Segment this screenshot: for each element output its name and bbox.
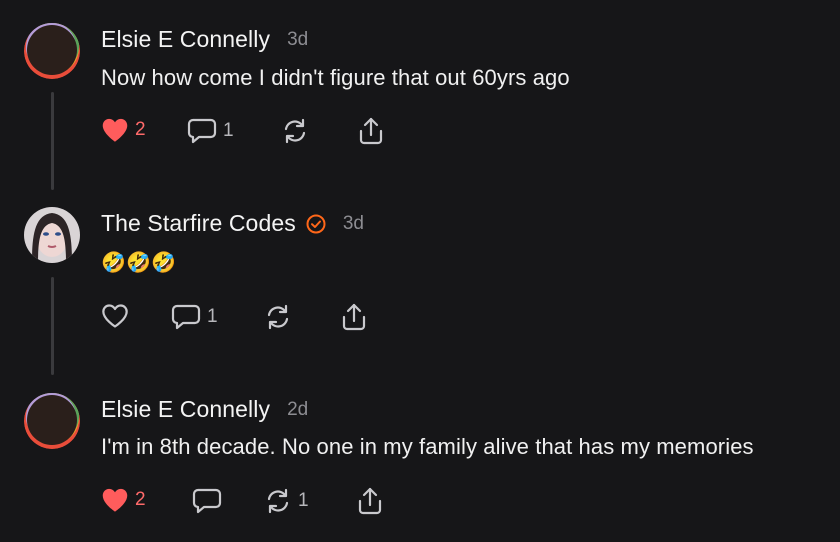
author-name[interactable]: Elsie E Connelly xyxy=(101,396,270,423)
heart-icon xyxy=(102,118,128,142)
comment-header: The Starfire Codes 3d xyxy=(101,210,364,237)
avatar[interactable] xyxy=(24,393,80,449)
restack-icon xyxy=(284,118,306,144)
heart-icon xyxy=(102,304,128,328)
comment-header: Elsie E Connelly 3d xyxy=(101,26,308,53)
share-icon xyxy=(359,117,383,145)
reply-button[interactable] xyxy=(192,487,228,515)
comment-header: Elsie E Connelly 2d xyxy=(101,396,308,423)
reply-count: 1 xyxy=(207,306,218,327)
timestamp[interactable]: 2d xyxy=(287,399,308,421)
share-icon xyxy=(342,303,366,331)
restack-button[interactable]: 1 xyxy=(264,487,309,515)
share-button[interactable] xyxy=(356,486,384,516)
comment-text: Now how come I didn't figure that out 60… xyxy=(101,65,570,90)
author-name[interactable]: The Starfire Codes xyxy=(101,210,296,237)
like-count: 2 xyxy=(135,119,146,140)
like-button[interactable] xyxy=(101,303,135,329)
comment-text: 🤣🤣🤣 xyxy=(101,252,177,274)
avatar[interactable] xyxy=(24,207,80,263)
comment-bubble-icon xyxy=(192,488,222,514)
comment-bubble-icon xyxy=(171,304,201,330)
comment-bubble-icon xyxy=(187,118,217,144)
share-icon xyxy=(358,487,382,515)
avatar[interactable] xyxy=(24,23,80,79)
restack-button[interactable] xyxy=(264,303,298,331)
reply-button[interactable]: 1 xyxy=(171,303,218,331)
heart-icon xyxy=(102,488,128,512)
timestamp[interactable]: 3d xyxy=(343,213,364,235)
author-name[interactable]: Elsie E Connelly xyxy=(101,26,270,53)
verified-check-icon xyxy=(306,214,326,233)
share-button[interactable] xyxy=(357,116,385,146)
timestamp[interactable]: 3d xyxy=(287,29,308,51)
restack-button[interactable] xyxy=(281,117,315,145)
restack-icon xyxy=(267,304,289,330)
share-button[interactable] xyxy=(340,302,368,332)
thread-line xyxy=(51,277,54,375)
comment-text: I'm in 8th decade. No one in my family a… xyxy=(101,434,754,459)
restack-count: 1 xyxy=(298,490,309,511)
like-button[interactable]: 2 xyxy=(101,117,146,143)
thread-line xyxy=(51,92,54,190)
reply-count: 1 xyxy=(223,120,234,141)
like-count: 2 xyxy=(135,489,146,510)
restack-icon xyxy=(267,488,289,514)
like-button[interactable]: 2 xyxy=(101,487,146,513)
reply-button[interactable]: 1 xyxy=(187,117,234,145)
